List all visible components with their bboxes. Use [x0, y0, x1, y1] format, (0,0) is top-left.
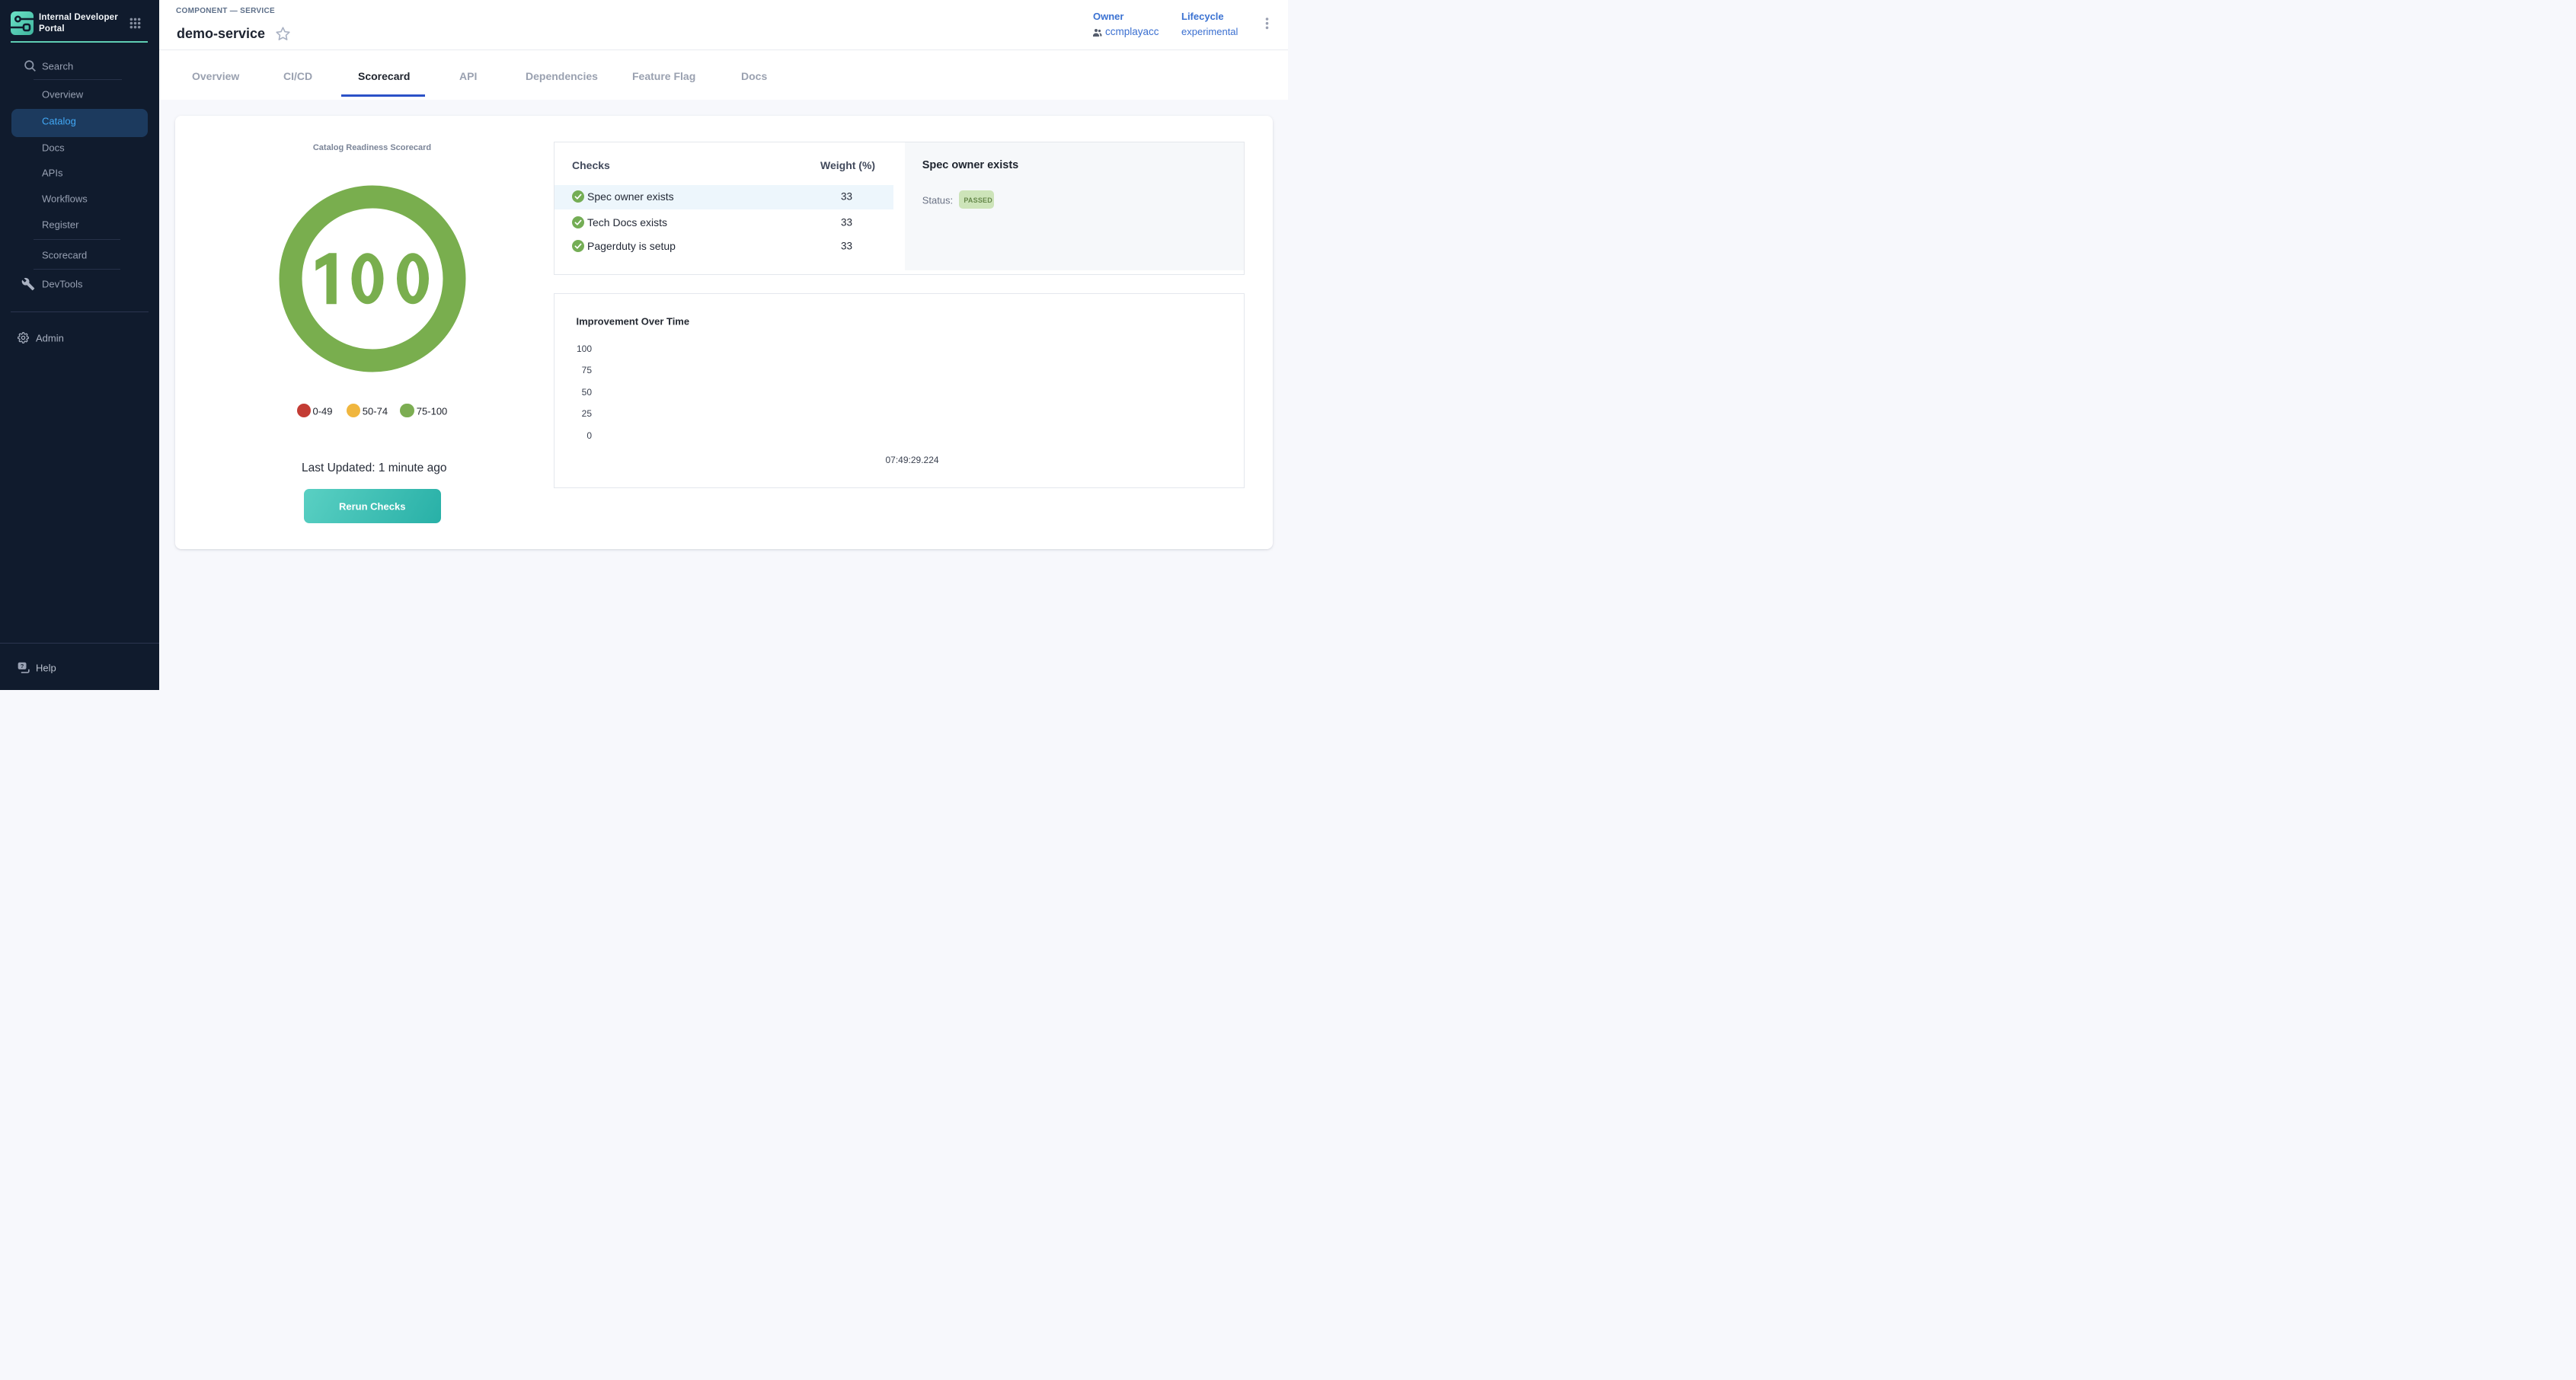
svg-text:?: ?: [20, 663, 24, 669]
